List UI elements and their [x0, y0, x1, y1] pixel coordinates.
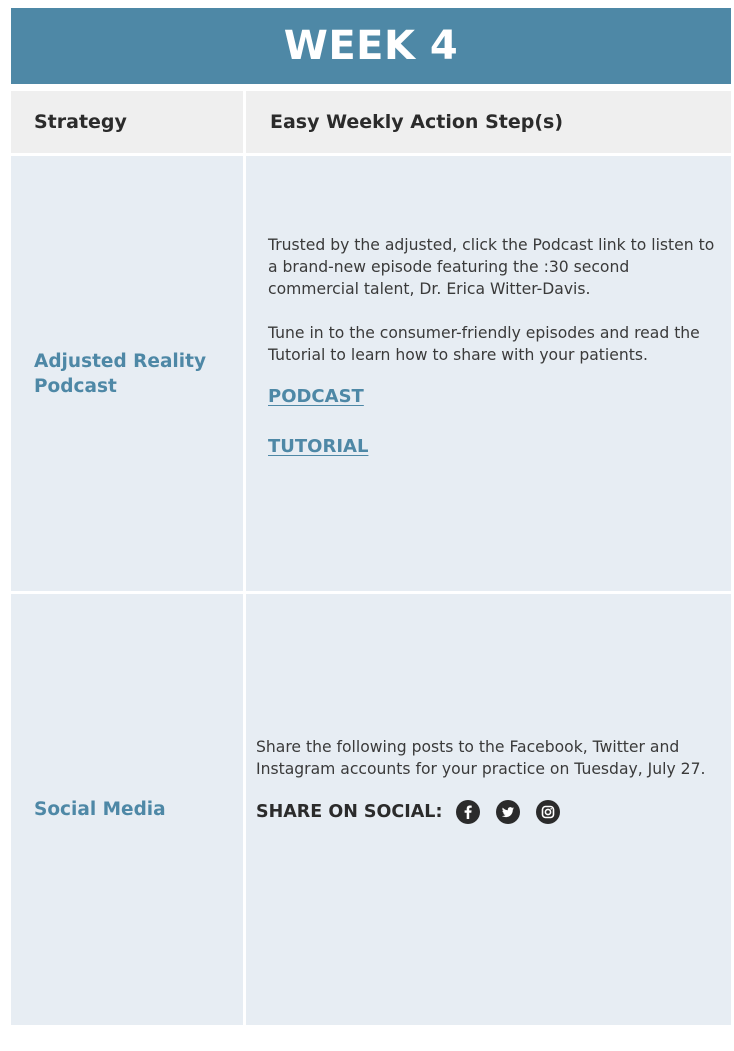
page: WEEK 4 Strategy Easy Weekly Action Step(…	[0, 0, 734, 1051]
tutorial-link[interactable]: TUTORIAL	[268, 436, 718, 458]
facebook-icon[interactable]	[456, 800, 481, 824]
action-cell-podcast: Trusted by the adjusted, click the Podca…	[246, 156, 731, 591]
strategy-cell-social: Social Media	[11, 594, 243, 1025]
instagram-icon[interactable]	[536, 800, 561, 824]
share-on-social-row: SHARE ON SOCIAL:	[256, 800, 716, 824]
twitter-icon[interactable]	[496, 800, 521, 824]
share-label: SHARE ON SOCIAL:	[256, 802, 443, 822]
week-title: WEEK 4	[283, 23, 459, 69]
podcast-action-content: Trusted by the adjusted, click the Podca…	[268, 234, 718, 486]
strategy-cell-podcast: Adjusted Reality Podcast	[11, 156, 243, 591]
podcast-paragraph-2: Tune in to the consumer-friendly episode…	[268, 324, 700, 364]
strategy-label-podcast: Adjusted Reality Podcast	[34, 350, 207, 397]
podcast-paragraph-1: Trusted by the adjusted, click the Podca…	[268, 236, 715, 298]
column-header-strategy: Strategy	[11, 91, 243, 153]
action-cell-social: Share the following posts to the Faceboo…	[246, 594, 731, 1025]
column-header-action-label: Easy Weekly Action Step(s)	[270, 111, 563, 133]
week-header: WEEK 4	[11, 8, 731, 84]
social-action-content: Share the following posts to the Faceboo…	[256, 736, 716, 824]
column-header-strategy-label: Strategy	[34, 111, 127, 133]
strategy-label-social: Social Media	[34, 799, 166, 820]
social-paragraph-1: Share the following posts to the Faceboo…	[256, 738, 706, 778]
podcast-link[interactable]: PODCAST	[268, 386, 718, 408]
column-header-action: Easy Weekly Action Step(s)	[246, 91, 731, 153]
